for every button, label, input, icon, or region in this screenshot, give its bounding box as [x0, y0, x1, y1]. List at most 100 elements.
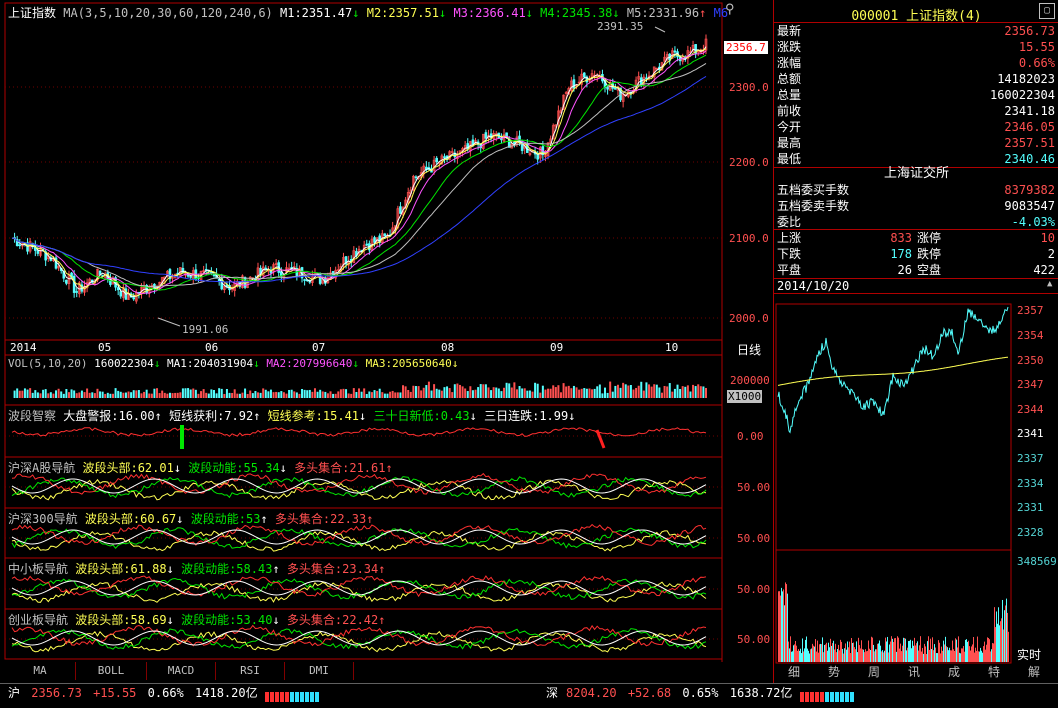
intraday-scroll-icon[interactable]: ▲ [1047, 279, 1057, 291]
panel-axis-300: 50.00 [737, 532, 771, 545]
intraday-volume-bar [826, 642, 827, 662]
panel-bull: 多头集合:22.33 [274, 512, 367, 526]
main-chart-area[interactable]: 上证指数 MA(3,5,10,20,30,60,120,240,6) M1:23… [0, 0, 773, 680]
volume-bar [391, 390, 394, 398]
quote-row-low: 最低 2340.46 [777, 152, 1055, 166]
volume-bar [456, 383, 459, 398]
tab-week[interactable]: 周 [858, 664, 890, 680]
panel-bull: 多头集合:21.61 [294, 461, 386, 475]
volume-bar [277, 392, 280, 398]
realtime-label[interactable]: 实时 [1017, 646, 1041, 663]
volume-bar [137, 390, 140, 398]
wave-indicator-lines [11, 427, 707, 437]
intraday-volume-bar [930, 638, 931, 662]
tab-dmi[interactable]: DMI [285, 662, 354, 680]
intraday-volume-bar [968, 640, 969, 662]
intraday-volume-bar [828, 642, 829, 662]
volume-bar [676, 384, 679, 398]
breadth-row-flat: 平盘 26 空盘 422 [777, 263, 1055, 277]
volume-bar [316, 391, 319, 398]
volume-bar [264, 389, 267, 398]
tab-explain[interactable]: 解 [1018, 664, 1050, 680]
volume-bar [666, 386, 669, 398]
panel-bull: 多头集合:23.34 [286, 562, 379, 576]
intraday-volume-bar [952, 640, 953, 662]
volume-bar [407, 389, 410, 398]
intraday-volume-bar [950, 650, 951, 662]
intraday-volume-bar [831, 645, 832, 662]
candle-body [606, 87, 609, 90]
vol-unit: X1000 [727, 390, 763, 403]
volume-bar [223, 393, 226, 398]
wave-ref: 短线参考:15.41 [267, 409, 360, 423]
tab-news[interactable]: 讯 [898, 664, 930, 680]
intraday-chart[interactable] [774, 294, 1058, 664]
volume-bar [36, 392, 39, 398]
tab-macd[interactable]: MACD [147, 662, 216, 680]
intraday-volume-bar [867, 650, 868, 662]
navigator-line [11, 580, 707, 596]
tab-special[interactable]: 特 [978, 664, 1010, 680]
vol-params: VOL(5,10,20) [8, 357, 88, 370]
intraday-volume-bar [899, 648, 900, 662]
intraday-volume-bar [1008, 631, 1009, 662]
volume-bar [132, 390, 135, 398]
volume-bar [197, 393, 200, 398]
candle-body [303, 279, 306, 281]
volume-bar [352, 388, 355, 398]
intraday-axis-7: 2334 [1017, 477, 1044, 490]
pin-icon[interactable]: ⚲ [725, 2, 735, 17]
candle-body [572, 79, 576, 89]
volume-bar [448, 388, 451, 398]
volume-bar [267, 391, 270, 398]
volume-bar [189, 389, 192, 398]
tab-ma[interactable]: MA [5, 662, 76, 680]
candle-body [181, 268, 185, 274]
intraday-volume-bar [799, 650, 800, 662]
intraday-volume-bar [802, 638, 803, 662]
intraday-volume-bar [851, 638, 852, 662]
volume-bar [161, 390, 164, 398]
volume-bar [324, 391, 327, 398]
price-axis-2100: 2100.0 [729, 232, 769, 245]
panel-close-icon[interactable]: ▢ [1039, 3, 1055, 19]
volume-bar [220, 388, 223, 398]
volume-bar [383, 393, 386, 398]
volume-bar [109, 393, 112, 398]
price-axis-2300: 2300.0 [729, 81, 769, 94]
intraday-volume-bar [921, 651, 922, 662]
intraday-volume-bar [1007, 612, 1008, 662]
volume-bar [60, 391, 63, 398]
volume-bar [16, 388, 19, 398]
wave-alert: 大盘警报:16.00 [63, 409, 155, 423]
tab-detail[interactable]: 细 [778, 664, 810, 680]
volume-bar [593, 388, 596, 398]
volume-bar [88, 392, 91, 398]
volume-bar [404, 386, 407, 398]
volume-bar [534, 382, 537, 398]
candle-body [373, 237, 376, 243]
volume-bar [251, 393, 254, 398]
volume-bar [414, 386, 417, 398]
tab-rsi[interactable]: RSI [216, 662, 285, 680]
volume-bar [254, 391, 257, 398]
volume-bar [427, 381, 430, 398]
volume-bar [290, 389, 293, 398]
intraday-volume-bar [801, 653, 802, 662]
tab-deal[interactable]: 成 [938, 664, 970, 680]
tab-boll[interactable]: BOLL [76, 662, 147, 680]
intraday-volume-bar [910, 639, 911, 662]
intraday-volume-bar [920, 636, 921, 662]
volume-bar [212, 390, 215, 398]
tab-trend[interactable]: 势 [818, 664, 850, 680]
volume-bar [306, 390, 309, 398]
intraday-volume-bar [812, 643, 813, 662]
breadth-row-down: 下跌 178 跌停 2 [777, 247, 1055, 261]
intraday-volume-bar [844, 648, 845, 662]
intraday-volume-bar [944, 644, 945, 662]
intraday-volume-bar [946, 646, 947, 662]
intraday-volume-bar [964, 651, 965, 662]
intraday-volume-bar [796, 645, 797, 662]
period-label[interactable]: 日线 [737, 341, 761, 358]
volume-bar [557, 385, 560, 398]
